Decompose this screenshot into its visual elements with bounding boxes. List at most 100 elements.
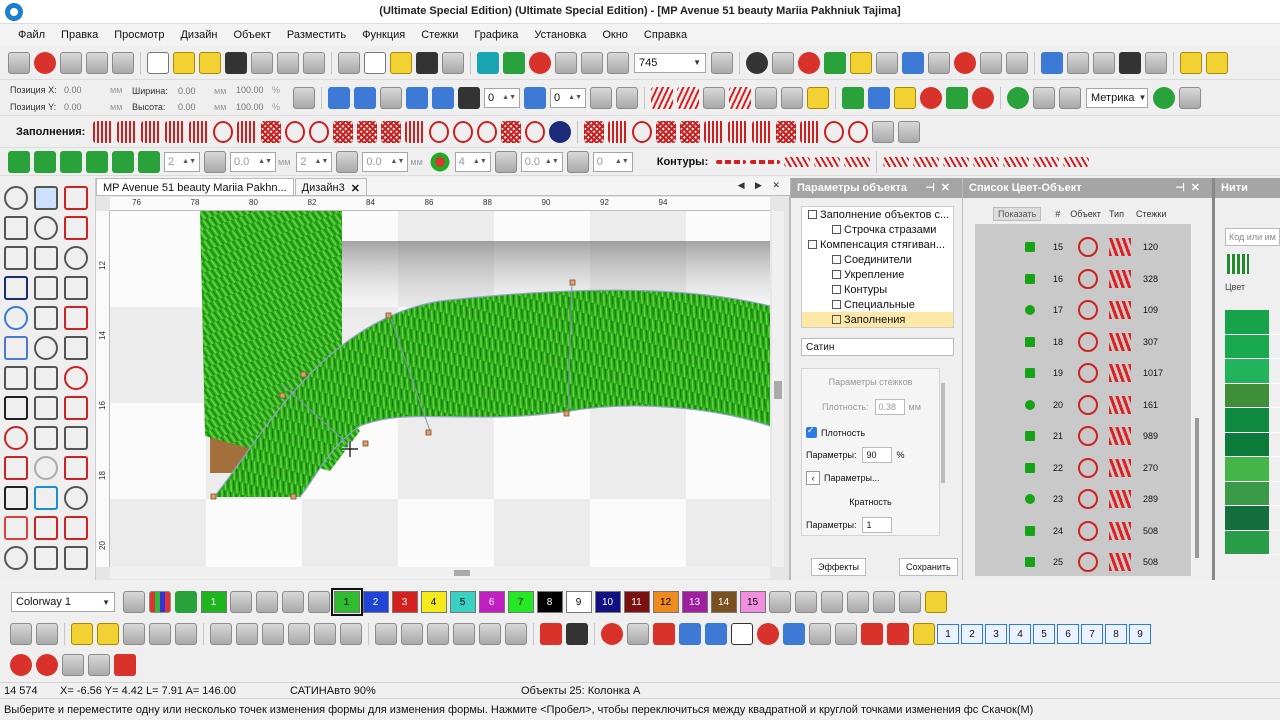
align-right-icon[interactable] bbox=[262, 623, 284, 645]
fill-motif-icon[interactable] bbox=[477, 120, 498, 143]
scatter-icon[interactable] bbox=[64, 546, 88, 570]
undo-icon[interactable] bbox=[416, 51, 438, 74]
reshape-curve-icon[interactable] bbox=[34, 186, 58, 210]
lace-2-icon[interactable] bbox=[62, 654, 84, 676]
arch-icon[interactable] bbox=[64, 306, 88, 330]
no-stitch-icon[interactable] bbox=[757, 623, 779, 645]
protractor-2-icon[interactable] bbox=[835, 623, 857, 645]
menu-item-9[interactable]: Установка bbox=[526, 29, 594, 41]
menu-item-3[interactable]: Дизайн bbox=[172, 29, 225, 41]
palette-color-6[interactable]: 6 bbox=[478, 591, 505, 613]
menu-item-11[interactable]: Справка bbox=[636, 29, 695, 41]
text-icon[interactable] bbox=[4, 276, 28, 300]
palette-color-9[interactable]: 9 bbox=[565, 591, 592, 613]
grid-view-icon[interactable] bbox=[1033, 86, 1055, 109]
curve-icon[interactable] bbox=[755, 86, 777, 109]
color-fill-icon[interactable] bbox=[4, 306, 28, 330]
flower-motif-icon[interactable] bbox=[36, 654, 58, 676]
remove-color-icon[interactable] bbox=[308, 591, 330, 613]
arc-icon[interactable] bbox=[34, 216, 58, 240]
offset-icon[interactable] bbox=[494, 150, 517, 173]
stitch-type-icon[interactable] bbox=[651, 86, 673, 109]
flag-icon[interactable] bbox=[64, 516, 88, 540]
fill-fan-icon[interactable] bbox=[656, 120, 677, 143]
spin-field-5[interactable]: 4 ▲▼ bbox=[454, 151, 491, 172]
canvas-horizontal-scrollbar[interactable] bbox=[110, 567, 770, 579]
line-tool-icon[interactable] bbox=[847, 591, 869, 613]
distribute-h-icon[interactable] bbox=[86, 150, 108, 173]
sequence-number-7[interactable]: 7 bbox=[1081, 624, 1103, 644]
hoop-frame-icon[interactable] bbox=[1007, 86, 1029, 109]
params-tree-item[interactable]: Компенсация стягиван... bbox=[802, 237, 953, 252]
contour-bead-icon[interactable] bbox=[1063, 156, 1090, 167]
path-icon[interactable] bbox=[34, 426, 58, 450]
collapse-icon[interactable]: ‹ bbox=[806, 471, 820, 485]
tie-in-icon[interactable] bbox=[679, 623, 701, 645]
palette-color-4[interactable]: 4 bbox=[420, 591, 447, 613]
scissors-icon[interactable] bbox=[653, 623, 675, 645]
crown-icon[interactable] bbox=[4, 456, 28, 480]
params-tree-item[interactable]: Строчка стразами bbox=[802, 222, 953, 237]
menu-item-6[interactable]: Функция bbox=[354, 29, 413, 41]
scale-icon[interactable] bbox=[980, 51, 1002, 74]
rectangle-icon[interactable] bbox=[34, 276, 58, 300]
spin-field-4[interactable]: 0.0 ▲▼ bbox=[362, 151, 409, 172]
units-combo[interactable]: Метрика ▼ bbox=[1086, 87, 1148, 108]
fill-bubbles-icon[interactable] bbox=[824, 120, 845, 143]
redo-icon[interactable] bbox=[442, 51, 464, 74]
hexagon-icon[interactable] bbox=[4, 426, 28, 450]
rotate-left-icon[interactable] bbox=[406, 86, 428, 109]
export-machine-icon[interactable] bbox=[1067, 51, 1089, 74]
spin-field-3[interactable]: 2 ▲▼ bbox=[296, 151, 333, 172]
protractor-icon[interactable] bbox=[809, 623, 831, 645]
params-tree-item[interactable]: Контуры bbox=[802, 282, 953, 297]
align-center-icon[interactable] bbox=[60, 150, 82, 173]
palette-grid-icon[interactable] bbox=[149, 591, 171, 613]
new-file-icon[interactable] bbox=[147, 51, 169, 74]
palette-color-13[interactable]: 13 bbox=[681, 591, 708, 613]
contour-chain-icon[interactable] bbox=[1003, 156, 1030, 167]
doc-tab-design3[interactable]: Дизайн3 ✕ bbox=[294, 178, 367, 195]
globe-icon[interactable] bbox=[34, 486, 58, 510]
menu-item-5[interactable]: Разместить bbox=[279, 29, 354, 41]
zoom-factor-icon[interactable] bbox=[711, 51, 733, 74]
settings-icon[interactable] bbox=[1006, 51, 1028, 74]
leaf-icon[interactable] bbox=[703, 86, 725, 109]
params-tree-item[interactable]: Специальные bbox=[802, 297, 953, 312]
contour-ribbon-icon[interactable] bbox=[1033, 156, 1060, 167]
book-icon[interactable] bbox=[149, 623, 171, 645]
params-scrollbar[interactable] bbox=[941, 383, 945, 483]
frame-out-icon[interactable] bbox=[861, 623, 883, 645]
panel-pin-close[interactable]: ⊣✕ bbox=[1175, 181, 1206, 194]
tshirt-icon[interactable] bbox=[946, 86, 968, 109]
spin-field-6[interactable]: 0.0 ▲▼ bbox=[520, 151, 563, 172]
pos-x-value[interactable]: 0.00 bbox=[64, 85, 82, 95]
canvas-vertical-scrollbar[interactable] bbox=[772, 211, 784, 567]
target-icon[interactable] bbox=[64, 456, 88, 480]
fill-satin-icon[interactable] bbox=[93, 120, 114, 143]
circular-array-icon[interactable] bbox=[428, 150, 451, 173]
sequence-number-3[interactable]: 3 bbox=[985, 624, 1007, 644]
fill-triangle-icon[interactable] bbox=[704, 120, 725, 143]
fill-oval-icon[interactable] bbox=[285, 120, 306, 143]
open-folder-icon[interactable] bbox=[173, 51, 195, 74]
distribute-icon[interactable] bbox=[138, 150, 160, 173]
fill-type-field[interactable]: Сатин bbox=[801, 338, 954, 356]
fill-tent-icon[interactable] bbox=[680, 120, 701, 143]
unlock-icon[interactable] bbox=[97, 623, 119, 645]
palette-color-12[interactable]: 12 bbox=[652, 591, 679, 613]
color-film-icon[interactable] bbox=[529, 51, 551, 74]
params-tree-item[interactable]: Соединители bbox=[802, 252, 953, 267]
wilcom-logo-icon[interactable] bbox=[34, 51, 56, 74]
branching-icon[interactable] bbox=[781, 86, 803, 109]
group-icon[interactable] bbox=[1206, 51, 1228, 74]
fan-icon[interactable] bbox=[34, 396, 58, 420]
angle-icon[interactable] bbox=[566, 150, 589, 173]
align-center-h-icon[interactable] bbox=[236, 623, 258, 645]
droplet-icon[interactable] bbox=[34, 456, 58, 480]
fill-circles-icon[interactable] bbox=[632, 120, 653, 143]
rotate-icon[interactable] bbox=[458, 86, 480, 109]
fill-step-icon[interactable] bbox=[141, 120, 162, 143]
fill-bars-icon[interactable] bbox=[608, 120, 629, 143]
fill-net-icon[interactable] bbox=[584, 120, 605, 143]
